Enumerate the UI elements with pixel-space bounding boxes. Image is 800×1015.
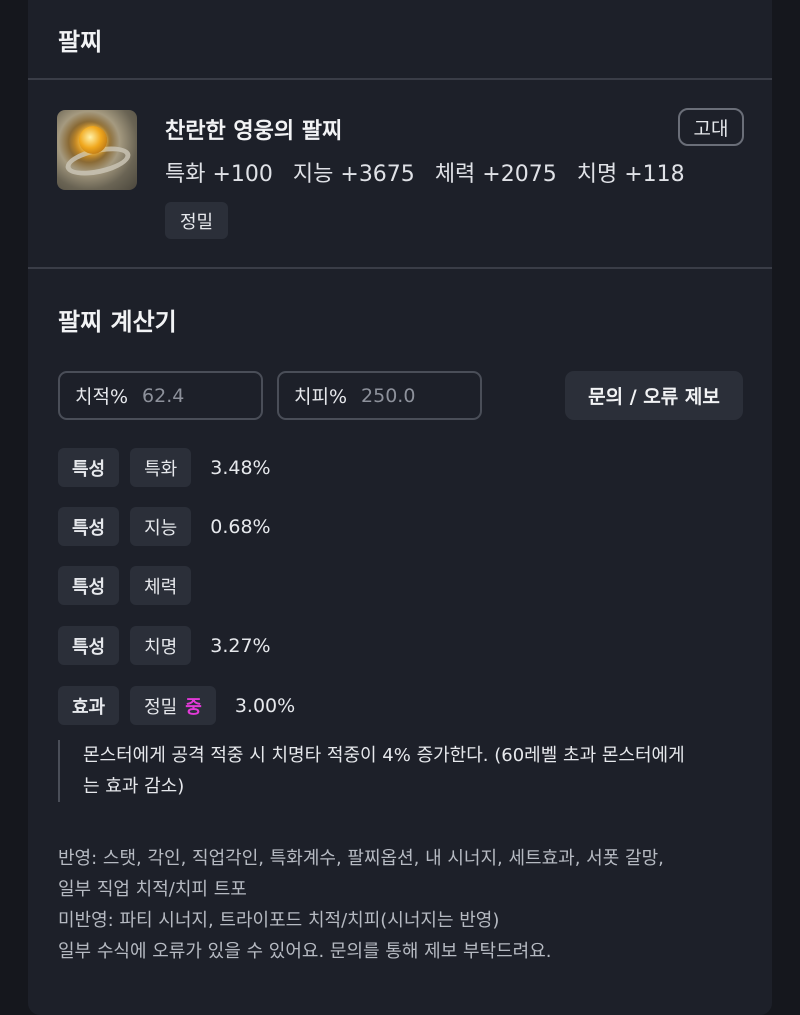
bracelet-gem-shape [79,126,107,154]
note-line: 일부 수식에 오류가 있을 수 있어요. 문의를 통해 제보 부탁드려요. [58,941,552,962]
page-title: 팔찌 [58,28,103,56]
row-type-tag: 효과 [58,686,120,725]
crit-damage-label: 치피% [294,386,348,408]
item-effect-chip: 정밀 [165,202,229,239]
item-stat: 체력 +2075 [434,162,557,187]
calc-row: 특성 치명 3.27% [58,626,271,665]
calc-row: 특성 지능 0.68% [58,507,271,546]
item-stats: 특화 +100 지능 +3675 체력 +2075 치명 +118 [165,156,698,188]
row-type-tag: 특성 [58,507,120,546]
item-stat: 치명 +118 [576,162,685,187]
divider [28,267,772,269]
row-stat-tag: 지능 [130,507,192,546]
report-error-button[interactable]: 문의 / 오류 제보 [565,371,743,420]
item-stat: 특화 +100 [165,162,273,187]
row-value: 0.68% [210,515,271,538]
crit-rate-input[interactable] [142,384,253,407]
effect-level-badge: 중 [185,696,202,718]
grade-badge: 고대 [678,108,744,146]
calc-row: 특성 체력 [58,566,210,605]
calculator-title: 팔찌 계산기 [58,308,177,336]
calculator-notes: 반영: 스탯, 각인, 직업각인, 특화계수, 팔찌옵션, 내 시너지, 세트효… [58,843,758,967]
note-line: 반영: 스탯, 각인, 직업각인, 특화계수, 팔찌옵션, 내 시너지, 세트효… [58,848,664,869]
bracelet-panel: 팔찌 찬란한 영웅의 팔찌 고대 특화 +100 지능 +3675 체력 +20… [28,0,772,1015]
row-stat-tag: 체력 [130,566,192,605]
note-line: 일부 직업 치적/치피 트포 [58,879,247,900]
row-type-tag: 특성 [58,566,120,605]
note-line: 미반영: 파티 시너지, 트라이포드 치적/치피(시너지는 반영) [58,910,500,931]
row-value: 3.00% [234,694,296,717]
item-name: 찬란한 영웅의 팔찌 [165,119,343,144]
row-effect-name: 정밀 [144,696,178,718]
row-value: 3.27% [210,634,271,657]
crit-damage-field[interactable]: 치피% [277,371,482,420]
item-stat: 지능 +3675 [292,162,415,187]
crit-damage-input[interactable] [361,384,472,407]
calc-row-effect: 효과 정밀 중 3.00% [58,686,295,725]
calc-row: 특성 특화 3.48% [58,448,271,487]
crit-rate-field[interactable]: 치적% [58,371,263,420]
effect-description: 몬스터에게 공격 적중 시 치명타 적중이 4% 증가한다. (60레벨 초과 … [58,740,698,802]
row-type-tag: 특성 [58,626,120,665]
crit-rate-label: 치적% [75,386,129,408]
divider [28,78,772,80]
bracelet-item-icon [57,110,137,190]
row-type-tag: 특성 [58,448,120,487]
row-stat-tag: 특화 [130,448,192,487]
row-value: 3.48% [210,456,271,479]
row-effect-tag: 정밀 중 [130,686,216,725]
row-stat-tag: 치명 [130,626,192,665]
